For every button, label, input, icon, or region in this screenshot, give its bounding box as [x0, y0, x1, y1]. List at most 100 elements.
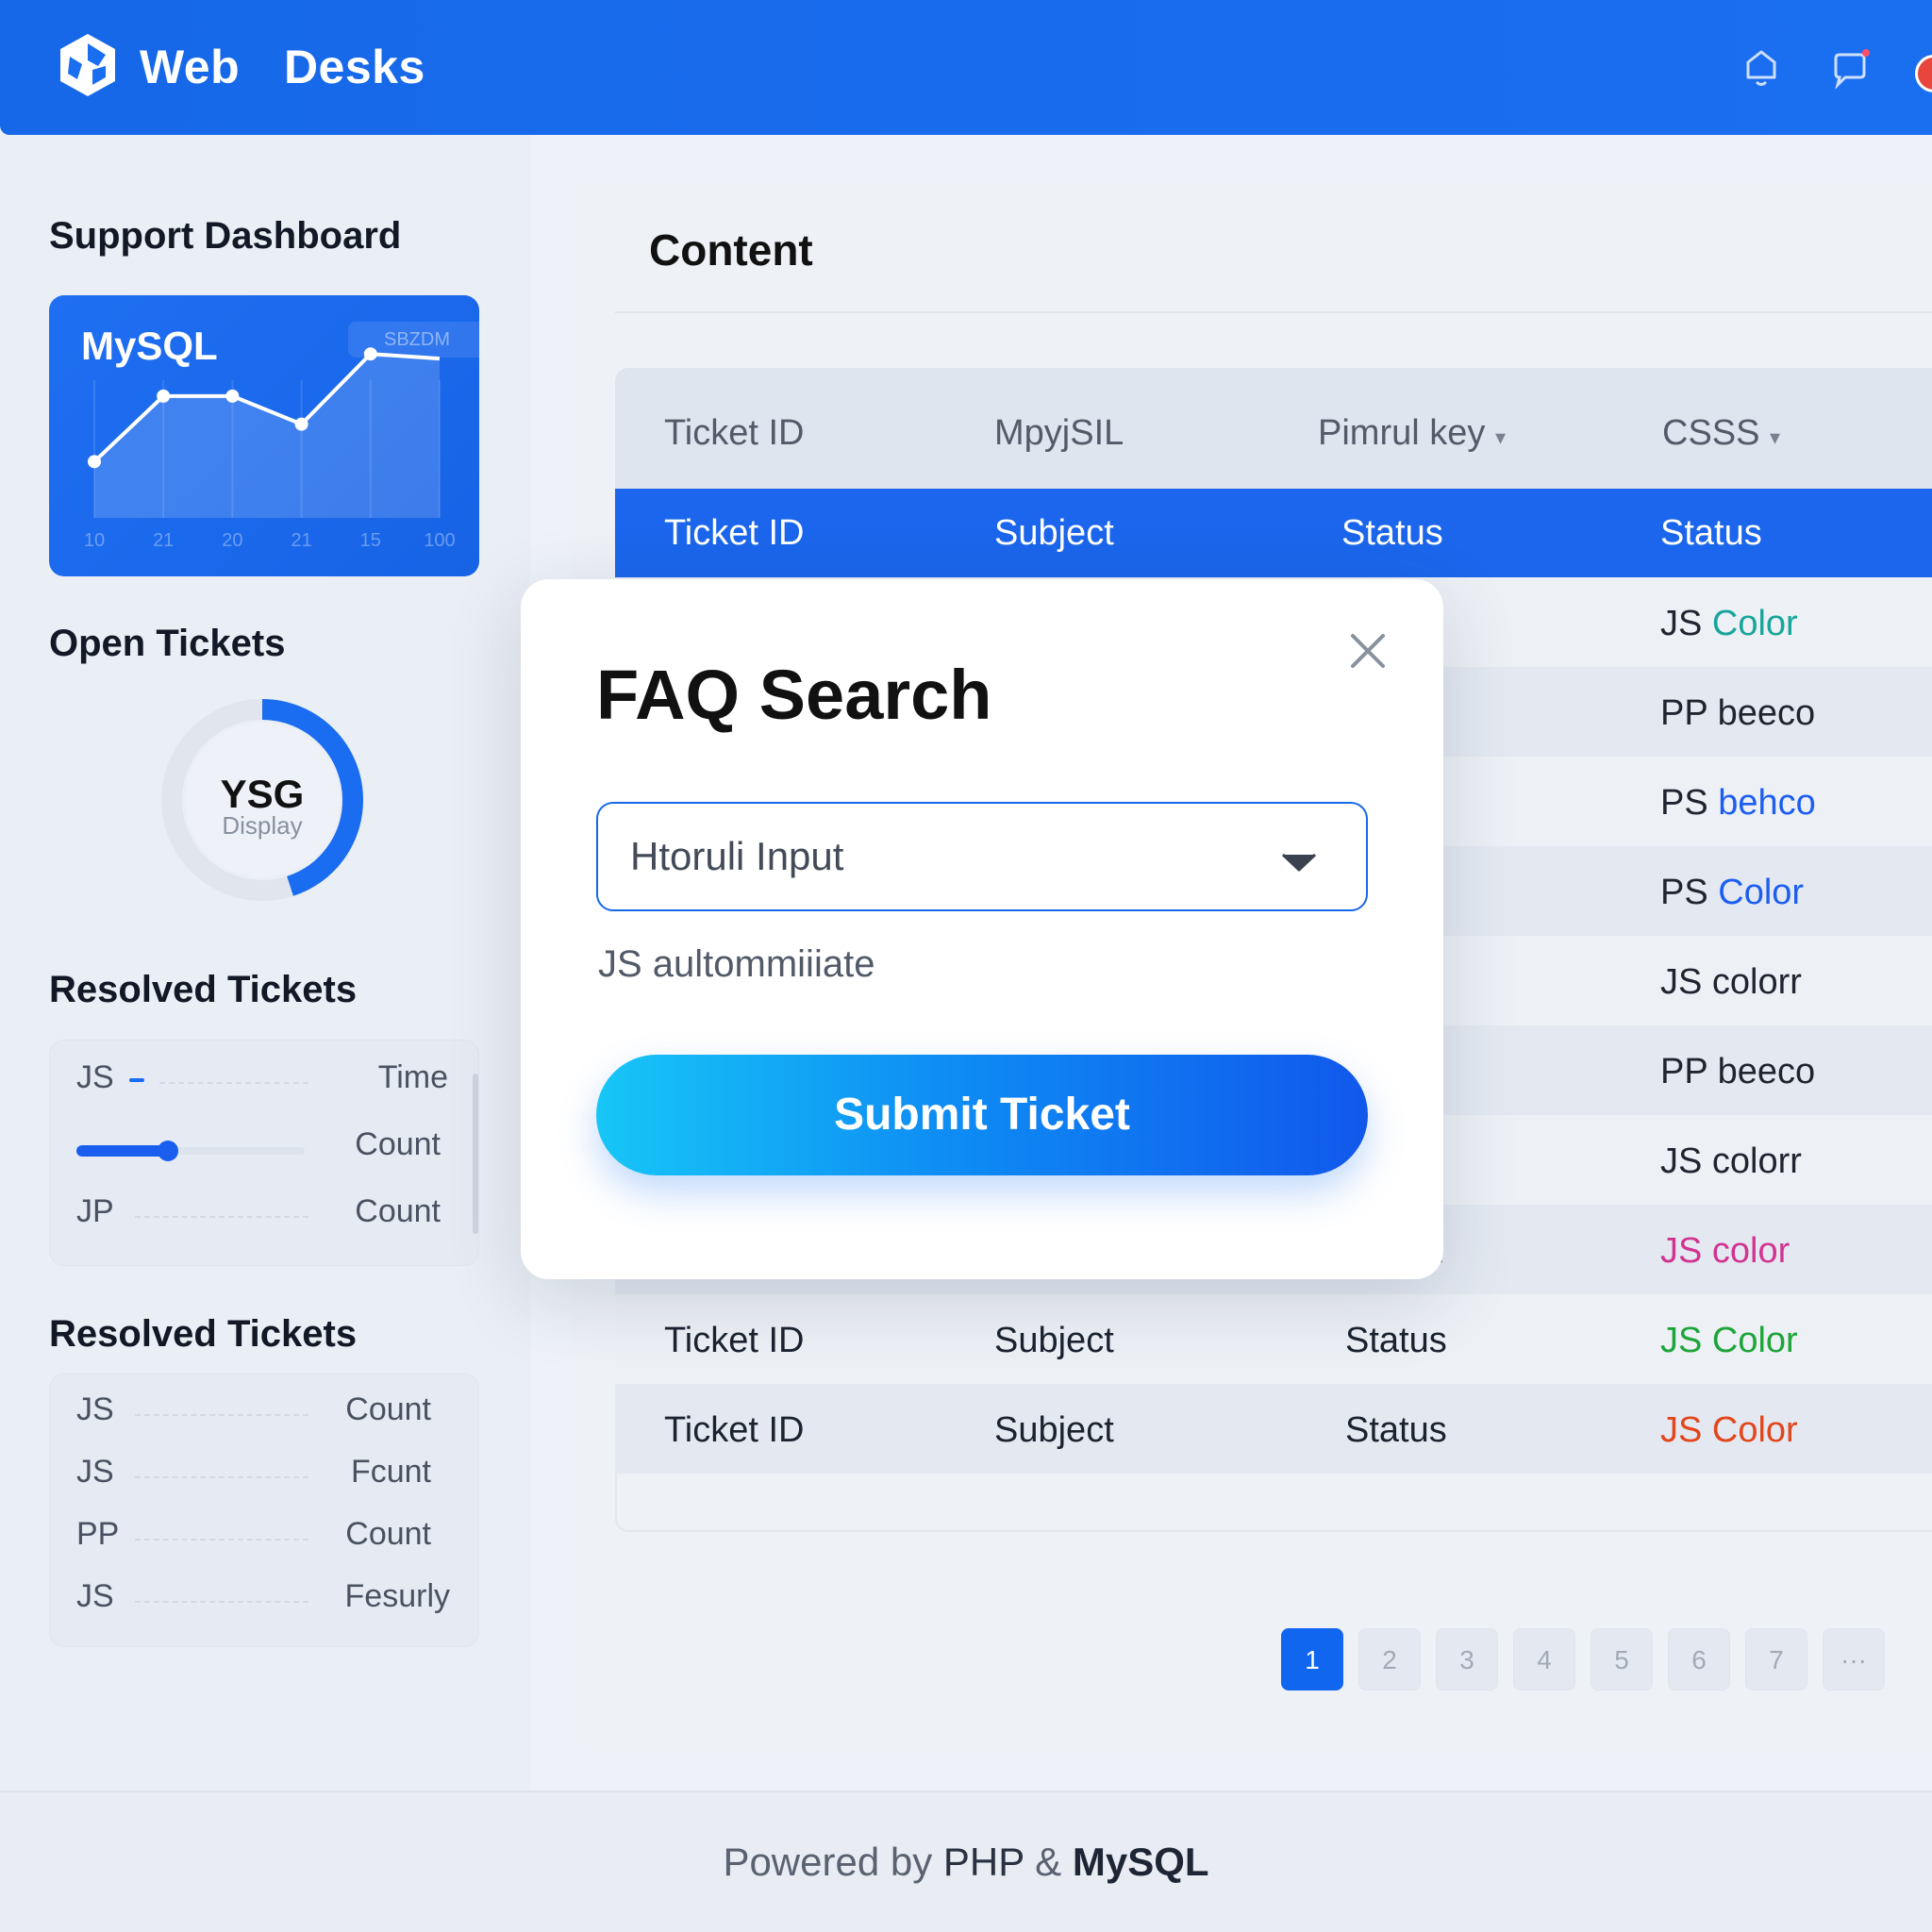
- bell-icon[interactable]: [1740, 47, 1783, 91]
- stat-leader: [135, 1216, 308, 1218]
- stat-leader: [135, 1476, 308, 1478]
- data-point[interactable]: [225, 389, 240, 403]
- filter-header-row: Ticket ID MpyjSIL Pimrul key ▾ CSSS ▾: [615, 368, 1932, 489]
- x-tick-label: 21: [291, 530, 311, 551]
- stat-key: JP: [76, 1193, 114, 1229]
- brand-second: Desks: [283, 41, 425, 93]
- data-point[interactable]: [88, 455, 101, 469]
- slider-handle[interactable]: [157, 1141, 178, 1161]
- cell-color-value: JS color: [1660, 1231, 1790, 1271]
- cell-color: PP beeco: [1660, 693, 1815, 734]
- cell-subject: Subject: [994, 1321, 1114, 1360]
- footer-mysql: MySQL: [1072, 1840, 1209, 1884]
- cell-color: PS Color: [1660, 873, 1804, 913]
- cell-color-value: behco: [1718, 783, 1816, 823]
- cell-color: JS Color: [1660, 604, 1798, 644]
- mysql-chart-card[interactable]: MySQL SBZDM 10 21 20 21 15 100: [49, 295, 479, 576]
- donut-label: Display: [222, 811, 303, 840]
- cell-status: Status: [1345, 1321, 1447, 1360]
- page-button[interactable]: 6: [1668, 1628, 1730, 1690]
- data-point[interactable]: [294, 417, 308, 431]
- slider-fill: [76, 1145, 168, 1157]
- page-button[interactable]: ···: [1823, 1628, 1885, 1690]
- chevron-down-icon: ▾: [1770, 425, 1781, 449]
- stat-row: JS Count: [76, 1391, 450, 1439]
- brand-first: Web: [140, 41, 241, 93]
- slider-track[interactable]: [76, 1141, 305, 1161]
- page-button[interactable]: 5: [1591, 1628, 1653, 1690]
- cell-color-prefix: PP beeco: [1660, 693, 1816, 733]
- table-row[interactable]: Ticket ID Subject Status JS Color: [615, 1294, 1932, 1384]
- filter-csss[interactable]: CSSS ▾: [1662, 413, 1780, 454]
- cell-color-prefix: PS: [1660, 873, 1719, 912]
- close-icon[interactable]: [1341, 625, 1394, 677]
- area-fill: [94, 354, 440, 518]
- stat-value: Count: [355, 1193, 441, 1229]
- page-button[interactable]: 1: [1281, 1628, 1343, 1690]
- filter-ticket-id[interactable]: Ticket ID: [664, 413, 805, 454]
- filter-primary-key[interactable]: Pimrul key ▾: [1318, 413, 1506, 454]
- cell-color-prefix: JS: [1660, 604, 1712, 643]
- cell-ticket-id: Ticket ID: [664, 1321, 805, 1360]
- data-point[interactable]: [157, 389, 171, 403]
- top-header: Web Desks: [0, 0, 1932, 135]
- resolved-tickets-title: Resolved Tickets: [49, 969, 358, 1010]
- chevron-down-icon[interactable]: [1279, 851, 1319, 874]
- open-tickets-donut[interactable]: YSG Display: [158, 696, 366, 904]
- stat-value: Count: [345, 1391, 431, 1427]
- divider: [615, 311, 1932, 313]
- resolved-tickets-card: JS Time Count JP Count: [49, 1040, 479, 1266]
- stat-row-slider[interactable]: Count: [76, 1126, 450, 1174]
- table-row[interactable]: Ticket ID Subject Status JS Color: [615, 1384, 1932, 1474]
- donut-value: YSG: [220, 772, 305, 816]
- x-tick-label: 15: [360, 530, 381, 551]
- cell-color: JS color: [1660, 1231, 1790, 1272]
- faq-search-modal: FAQ Search JS aultommiiiate Submit Ticke…: [521, 579, 1443, 1279]
- chat-icon[interactable]: [1828, 47, 1872, 91]
- stat-row: PP Count: [76, 1516, 450, 1563]
- cell-color-prefix: PS: [1660, 783, 1719, 823]
- header-status[interactable]: Status: [1341, 513, 1443, 554]
- data-point[interactable]: [363, 347, 377, 361]
- header-subject[interactable]: Subject: [994, 513, 1114, 554]
- stat-row: JS Time: [76, 1059, 450, 1107]
- footer-prefix: Powered by: [723, 1840, 943, 1884]
- x-tick-label: 10: [84, 530, 105, 551]
- filter-csss-label: CSSS: [1662, 413, 1760, 453]
- resolved-tickets-title-2: Resolved Tickets: [49, 1313, 358, 1355]
- page-button[interactable]: 7: [1745, 1628, 1807, 1690]
- page-button[interactable]: 2: [1358, 1628, 1421, 1690]
- stat-leader: [159, 1082, 308, 1084]
- cell-color-value: JS Color: [1660, 1410, 1798, 1450]
- cell-color-value: JS Color: [1660, 1321, 1798, 1360]
- cell-color: JS Color: [1660, 1410, 1798, 1451]
- stat-key: JS: [76, 1454, 114, 1490]
- stat-leader: [135, 1601, 308, 1603]
- resolved-tickets-card-2: JS Count JS Fcunt PP Count JS Fesurly: [49, 1374, 479, 1647]
- autocomplete-hint: JS aultommiiiate: [598, 943, 875, 985]
- stat-leader: [135, 1539, 308, 1541]
- stat-key: PP: [76, 1516, 120, 1552]
- cell-color-prefix: PP beeco: [1660, 1052, 1816, 1091]
- page-button[interactable]: 3: [1436, 1628, 1498, 1690]
- filter-mysql[interactable]: MpyjSIL: [994, 413, 1124, 454]
- faq-search-input[interactable]: [630, 828, 1234, 885]
- header-ticket-id[interactable]: Ticket ID: [664, 513, 805, 554]
- faq-search-select[interactable]: [596, 802, 1368, 911]
- x-tick-label: 100: [424, 530, 455, 551]
- card-scrollbar[interactable]: [473, 1074, 478, 1234]
- table-footer: [615, 1474, 1932, 1532]
- cell-color: JS Color: [1660, 1321, 1798, 1361]
- header-status-2[interactable]: Status: [1660, 513, 1762, 554]
- app-logo[interactable]: [51, 28, 125, 102]
- cell-status: Status: [1345, 1410, 1447, 1450]
- stat-row: JS Fesurly: [76, 1578, 450, 1625]
- page-button[interactable]: 4: [1513, 1628, 1575, 1690]
- table-header-row: Ticket ID Subject Status Status: [615, 489, 1932, 577]
- submit-ticket-button[interactable]: Submit Ticket: [596, 1055, 1368, 1175]
- x-tick-label: 21: [153, 530, 174, 551]
- user-avatar[interactable]: [1915, 55, 1932, 92]
- stat-key: JS: [76, 1578, 114, 1614]
- open-tickets-title: Open Tickets: [49, 623, 286, 664]
- brand-name[interactable]: Web Desks: [140, 40, 425, 94]
